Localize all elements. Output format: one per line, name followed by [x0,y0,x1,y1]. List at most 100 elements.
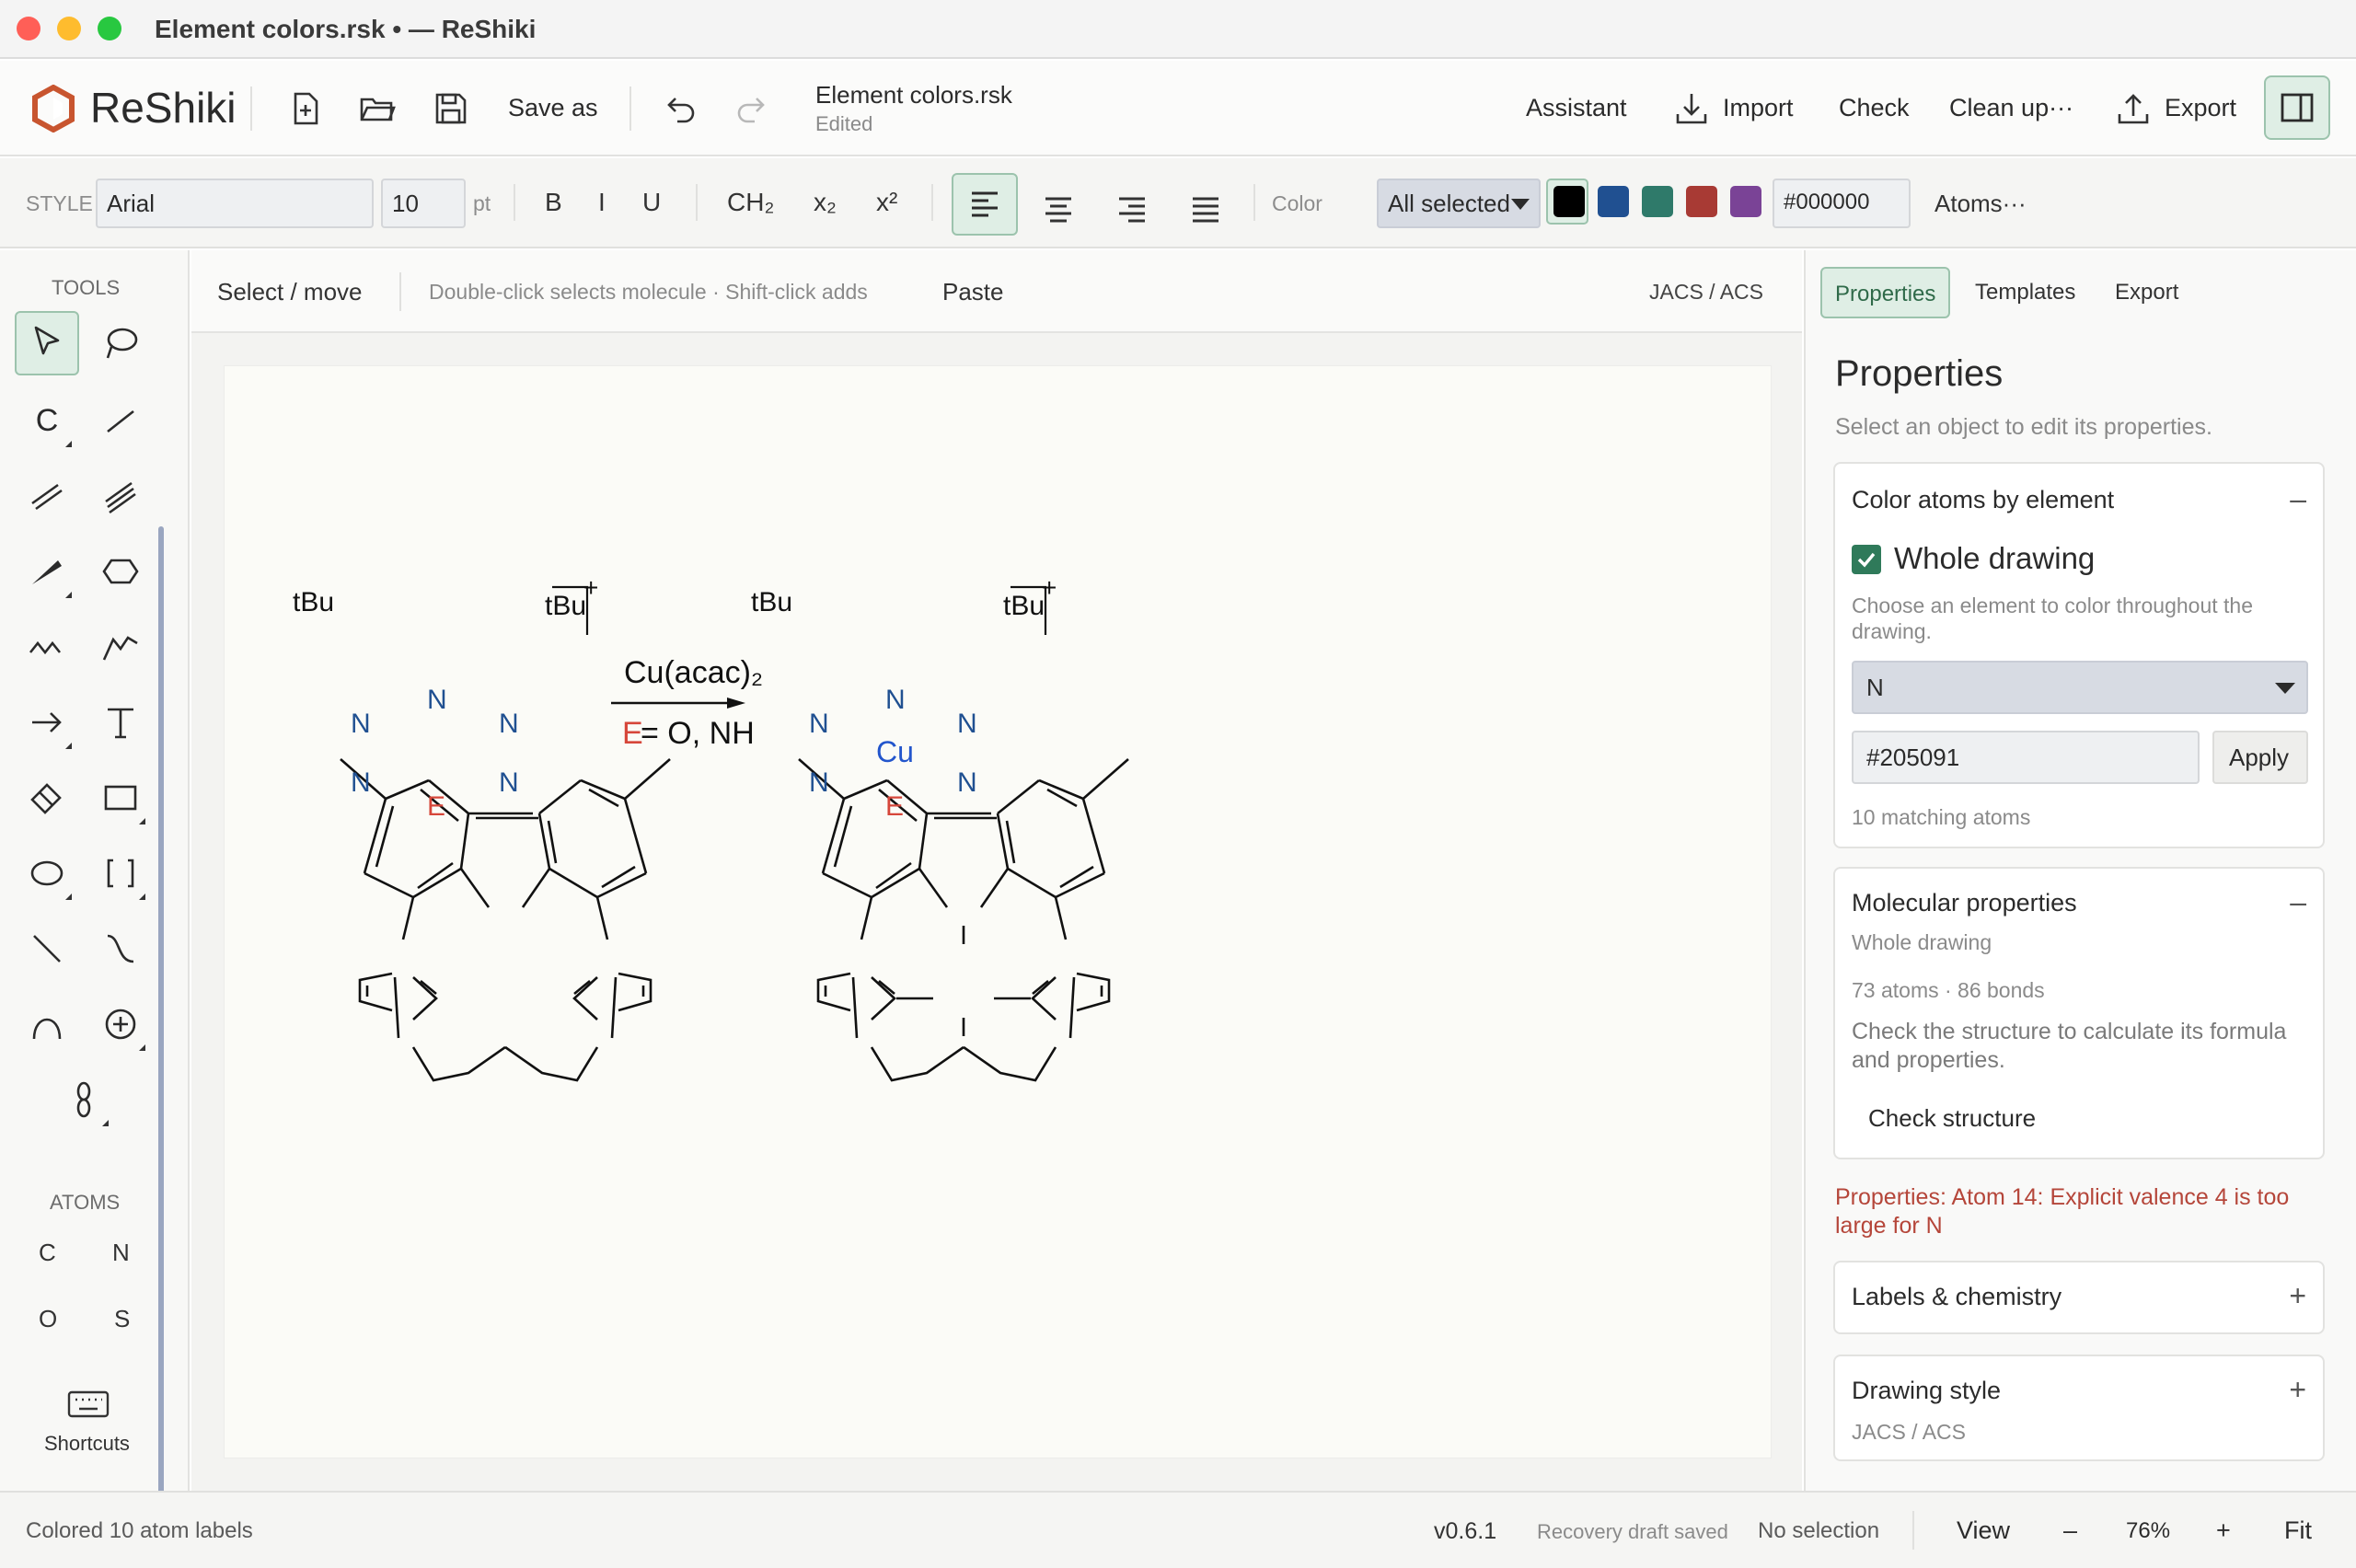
italic-button[interactable]: I [598,188,606,217]
export-button[interactable]: Export [2165,94,2236,122]
tbu-label-4[interactable]: tBu [1003,591,1045,621]
align-center-icon[interactable] [1029,180,1088,239]
swatch-black[interactable] [1553,186,1585,217]
check-structure-button[interactable]: Check structure [1868,1104,2036,1133]
save-as-button[interactable]: Save as [508,94,598,122]
arc-tool[interactable] [15,992,79,1056]
ellipse-tool[interactable] [15,841,79,905]
charge-plus-1[interactable]: + [583,573,598,602]
export-icon-button[interactable] [2109,85,2157,133]
condition-label[interactable]: = O, NH [641,716,755,751]
check-button[interactable]: Check [1839,94,1910,122]
zoom-window-button[interactable] [98,17,121,40]
atom-n-label[interactable]: N [427,685,447,715]
reaction-arrow[interactable] [611,698,745,709]
element-select[interactable]: N [1852,661,2308,714]
orbital-tool[interactable] [52,1067,116,1132]
ch2-button[interactable]: CH₂ [727,188,774,217]
tbu-label-1[interactable]: tBu [293,587,334,617]
arrow-tool[interactable] [15,690,79,755]
tab-export[interactable]: Export [2102,267,2191,318]
ligand-structure[interactable] [340,585,671,1082]
chain-tool[interactable] [15,615,79,679]
tbu-label-2[interactable]: tBu [545,591,586,621]
paste-button[interactable]: Paste [942,278,1004,306]
atom-s-button[interactable]: S [114,1305,130,1333]
apply-button[interactable]: Apply [2212,731,2308,784]
ring-tool[interactable] [88,539,153,604]
drawing-style-title[interactable]: Drawing style [1852,1377,2001,1405]
minimize-window-button[interactable] [57,17,81,40]
atom-n-label[interactable]: N [885,685,906,715]
bold-button[interactable]: B [545,188,562,217]
atom-n-label[interactable]: N [351,767,371,798]
new-file-button[interactable] [282,85,329,133]
whole-drawing-label[interactable]: Whole drawing [1894,541,2095,576]
reaction-scheme[interactable]: tBu tBu + N N N N N E Cu(acac)₂ E = O, N… [225,366,1771,1458]
zoom-out-button[interactable]: – [2063,1516,2077,1545]
copper-label[interactable]: Cu [876,735,914,768]
select-tool[interactable] [15,311,79,375]
undo-button[interactable] [655,85,703,133]
atom-n-label[interactable]: N [499,767,519,798]
swatch-teal[interactable] [1642,186,1673,217]
collapse-toggle[interactable]: – [2290,885,2306,919]
double-bond-tool[interactable] [15,464,79,528]
redo-button[interactable] [729,85,777,133]
underline-button[interactable]: U [642,188,661,217]
color-by-element-title[interactable]: Color atoms by element [1852,486,2114,514]
atom-n-label[interactable]: N [809,767,829,798]
superscript-button[interactable]: x² [876,188,897,217]
wedge-bond-tool[interactable] [15,539,79,604]
text-tool[interactable] [88,690,153,755]
atoms-menu-button[interactable]: Atoms··· [1934,190,2027,218]
atom-n-label[interactable]: N [809,709,829,739]
rectangle-tool[interactable] [88,766,153,830]
shortcuts-button[interactable]: Shortcuts [44,1432,130,1456]
triple-bond-tool[interactable] [88,464,153,528]
tab-templates[interactable]: Templates [1962,267,2088,318]
eraser-tool[interactable] [15,766,79,830]
align-right-icon[interactable] [1103,180,1161,239]
swatch-red[interactable] [1686,186,1717,217]
open-file-button[interactable] [353,85,401,133]
curve-tool[interactable] [88,917,153,981]
labels-chemistry-title[interactable]: Labels & chemistry [1852,1283,2062,1311]
line-tool[interactable] [15,917,79,981]
import-button[interactable]: Import [1723,94,1794,122]
subscript-button[interactable]: x₂ [814,188,837,217]
import-icon-button[interactable] [1668,85,1715,133]
swatch-blue[interactable] [1598,186,1629,217]
charge-tool[interactable] [88,992,153,1056]
atom-e-label[interactable]: E [885,791,904,822]
atom-n-label[interactable]: N [957,709,977,739]
hex-color-input[interactable]: #000000 [1773,179,1911,228]
expand-toggle[interactable]: + [2289,1279,2306,1313]
assistant-button[interactable]: Assistant [1526,94,1627,122]
font-size-input[interactable]: 10 [381,179,466,228]
charge-plus-2[interactable]: + [1042,573,1057,602]
molecular-properties-title[interactable]: Molecular properties [1852,889,2077,917]
toggle-side-panel-button[interactable] [2264,75,2330,140]
fit-button[interactable]: Fit [2284,1516,2312,1545]
reagent-label[interactable]: Cu(acac)₂ [624,655,763,690]
expand-toggle[interactable]: + [2289,1373,2306,1407]
close-window-button[interactable] [17,17,40,40]
tool-rail-scrollbar[interactable] [158,526,164,1568]
font-family-input[interactable]: Arial [96,179,374,228]
element-hex-input[interactable]: #205091 [1852,731,2200,784]
atom-n-label[interactable]: N [351,709,371,739]
bracket-tool[interactable] [88,841,153,905]
single-bond-tool[interactable] [88,388,153,453]
swatch-purple[interactable] [1730,186,1761,217]
align-left-button[interactable] [952,173,1018,236]
color-scope-select[interactable]: All selected [1377,179,1541,228]
complex-structure[interactable] [798,585,1129,1082]
freeform-tool[interactable] [88,615,153,679]
atom-n-label[interactable]: N [499,709,519,739]
view-menu-button[interactable]: View [1957,1516,2010,1545]
atom-e-label[interactable]: E [427,791,445,822]
atom-n-button[interactable]: N [112,1239,130,1267]
lasso-tool[interactable] [88,311,153,375]
align-justify-icon[interactable] [1176,180,1235,239]
